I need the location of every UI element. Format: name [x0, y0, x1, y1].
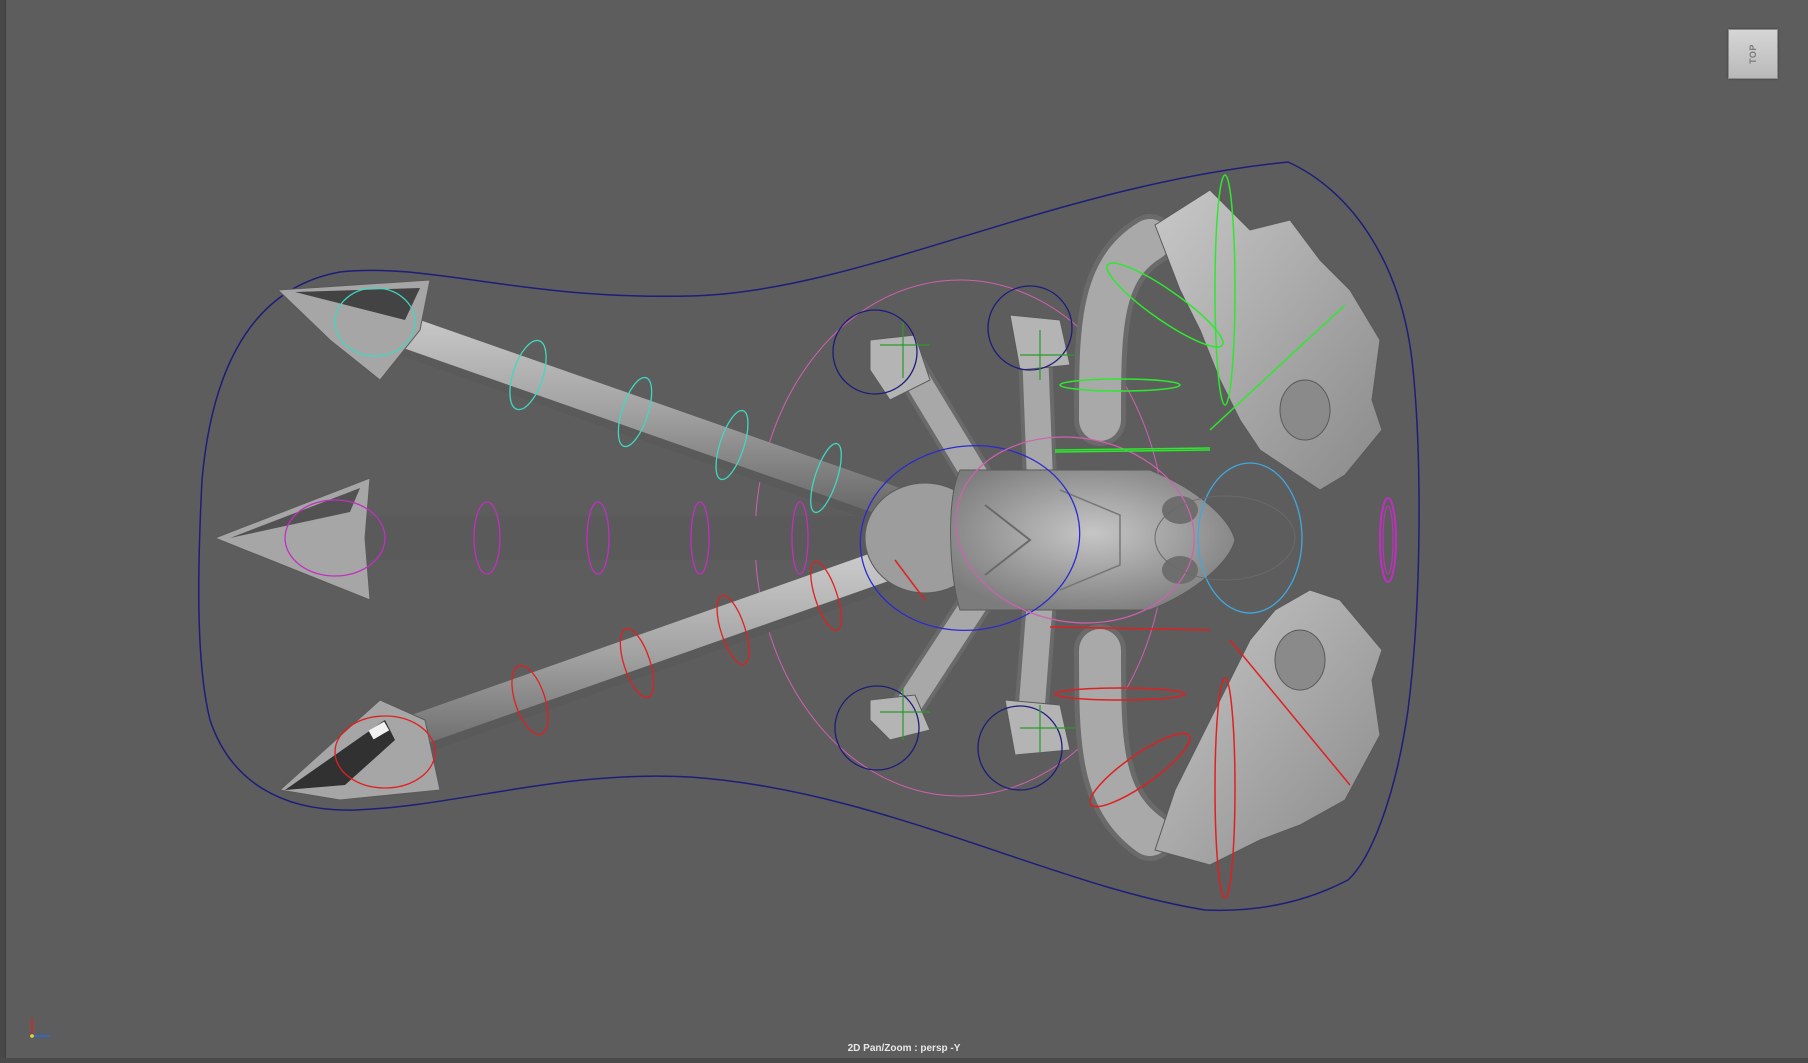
- axis-indicator-icon: [30, 1018, 50, 1038]
- claw-left: [1074, 189, 1383, 491]
- view-cube-top[interactable]: TOP: [1728, 29, 1778, 79]
- claw-right-pincer: [1154, 589, 1383, 866]
- tail-lower: [278, 544, 920, 801]
- claw-left-pincer: [1154, 189, 1383, 491]
- scorpion-rig-scene[interactable]: [0, 0, 1808, 1063]
- scorpion-body: [864, 469, 1236, 611]
- viewport-status-text: 2D Pan/Zoom : persp -Y: [847, 1043, 961, 1054]
- view-cube-label: TOP: [1748, 44, 1758, 64]
- 3d-viewport[interactable]: TOP 2D Pan/Zoom : persp -Y: [0, 0, 1808, 1063]
- tail-upper: [276, 279, 920, 530]
- viewport-bottom-border: [0, 1058, 1808, 1063]
- claw-right: [1074, 589, 1383, 866]
